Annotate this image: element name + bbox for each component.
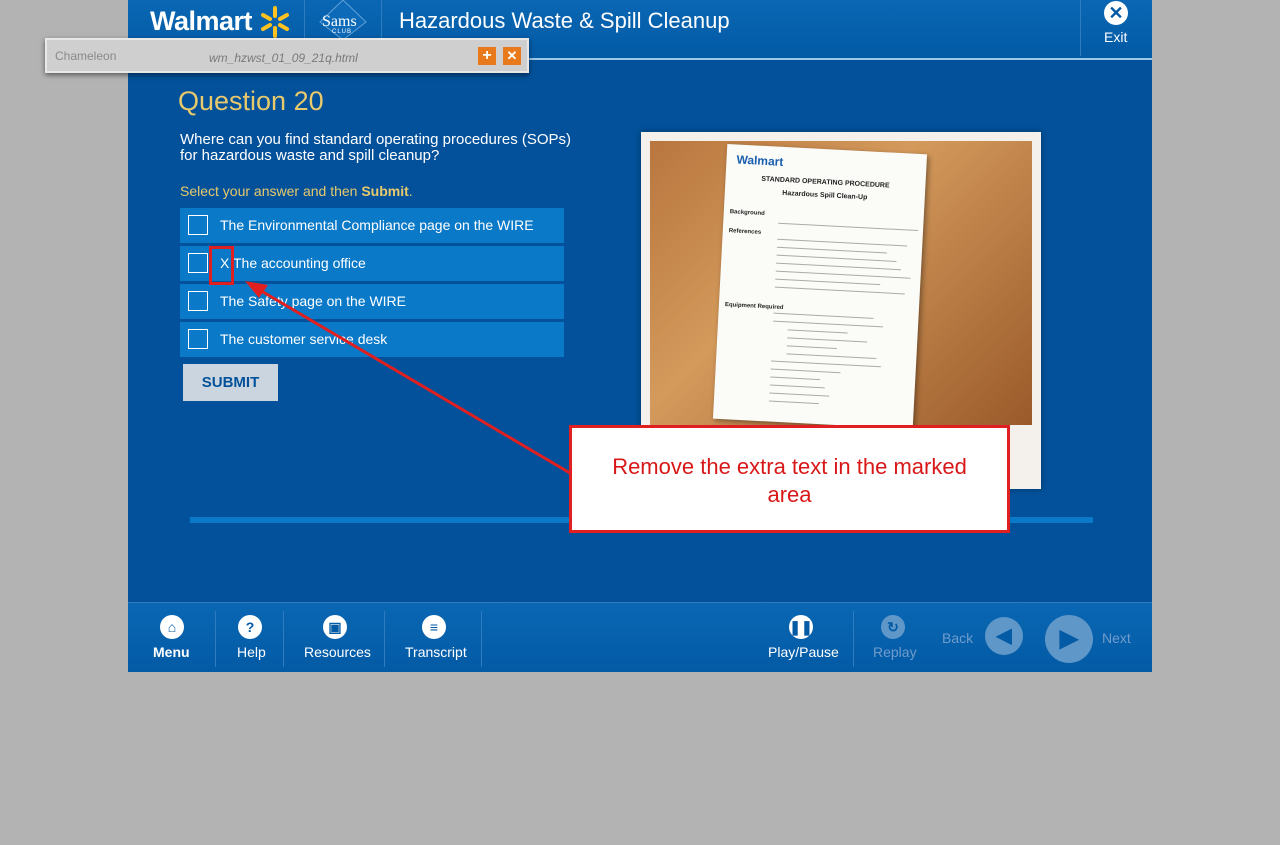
footer-bar: ⌂ Menu ? Help ▣ Resources ≡ Transcript ❚… [128,602,1152,672]
answer-label: The Environmental Compliance page on the… [220,217,534,233]
exit-label: Exit [1104,29,1128,45]
answer-option[interactable]: The Environmental Compliance page on the… [180,208,564,243]
chameleon-filename: wm_hzwst_01_09_21q.html [209,51,358,65]
submit-button[interactable]: SUBMIT [183,364,278,401]
doc-text-line [776,254,897,262]
walmart-logo: Walmart [150,6,253,36]
answer-option[interactable]: X The accounting office [180,246,564,281]
annotation-callout: Remove the extra text in the marked area [569,425,1010,533]
doc-text-line [774,286,905,295]
replay-label: Replay [873,644,917,660]
footer-divider [481,611,482,667]
annotation-marker [209,246,234,285]
header-divider [1080,0,1081,56]
answer-option[interactable]: The Safety page on the WIRE [180,284,564,319]
instruction-prefix: Select your answer and then [180,183,362,199]
doc-text-line [773,320,884,328]
play-pause-button[interactable]: ❚❚ Play/Pause [766,603,839,672]
resources-button[interactable]: ▣ Resources [303,603,371,672]
doc-text-line [787,337,868,343]
menu-button[interactable]: ⌂ Menu [148,603,198,672]
doc-text-line [770,368,841,374]
course-player: Walmart Sams CLUB Hazardous Waste & Spil… [128,0,1152,672]
doc-text-line [769,384,825,389]
chameleon-plus-icon[interactable]: + [478,47,496,65]
footer-divider [215,611,216,667]
doc-text-line [786,353,877,360]
help-button[interactable]: ? Help [233,603,273,672]
chameleon-logo: Chameleon [55,49,117,63]
doc-text-line [775,270,911,279]
footer-divider [384,611,385,667]
footer-divider [853,611,854,667]
sop-document: Walmart STANDARD OPERATING PROCEDURE Haz… [712,143,928,425]
next-label: Next [1102,630,1131,646]
answer-label: The Safety page on the WIRE [220,293,406,309]
answer-checkbox[interactable] [188,253,208,273]
doc-text-line [776,246,887,254]
doc-text-line [770,376,821,381]
instruction-text: Select your answer and then Submit. [180,183,413,199]
doc-text-line [775,278,881,286]
doc-text-line [787,329,848,334]
answer-checkbox[interactable] [188,329,208,349]
annotation-text: Remove the extra text in the marked area [612,454,967,507]
answer-checkbox[interactable] [188,215,208,235]
transcript-label: Transcript [405,644,467,660]
pause-icon: ❚❚ [789,615,813,639]
close-icon: ✕ [1104,1,1128,25]
doc-section-label: Background [729,209,765,218]
next-arrow-icon[interactable]: ▶ [1045,615,1093,663]
question-text: Where can you find standard operating pr… [180,131,572,164]
chameleon-toolbar: Chameleon wm_hzwst_01_09_21q.html + ✕ [45,38,529,73]
footer-divider [283,611,284,667]
chameleon-close-icon[interactable]: ✕ [503,47,521,65]
doc-text-line [769,392,830,397]
transcript-button[interactable]: ≡ Transcript [404,603,467,672]
help-label: Help [237,644,266,660]
doc-text-line [786,345,837,349]
walmart-spark-icon [261,6,289,38]
doc-text-line [776,262,902,271]
doc-section-label: Equipment Required [724,302,784,312]
back-label: Back [942,630,974,646]
sams-logo-sub: CLUB [332,29,353,35]
replay-button[interactable]: ↻ Replay [872,603,922,672]
replay-icon: ↻ [881,615,905,639]
menu-label: Menu [153,644,190,660]
transcript-icon: ≡ [422,615,446,639]
back-arrow-icon[interactable]: ◀ [985,617,1023,655]
home-icon: ⌂ [160,615,184,639]
doc-rule [778,222,919,232]
doc-section-label: References [728,228,762,236]
resources-icon: ▣ [323,615,347,639]
answer-label: The customer service desk [220,331,388,347]
question-title: Question 20 [178,86,324,116]
exit-button[interactable]: ✕ Exit [1100,0,1152,50]
doc-text-line [777,238,908,247]
doc-text-line [773,312,874,319]
doc-text-line [771,360,881,368]
doc-brand: Walmart [736,152,784,169]
resources-label: Resources [304,644,371,660]
photo-background: Walmart STANDARD OPERATING PROCEDURE Haz… [650,141,1032,425]
answer-label: X The accounting office [220,255,366,271]
course-title: Hazardous Waste & Spill Cleanup [399,8,730,33]
answer-option[interactable]: The customer service desk [180,322,564,357]
doc-text-line [768,400,819,405]
answer-checkbox[interactable] [188,291,208,311]
instruction-bold: Submit [361,183,409,199]
instruction-suffix: . [408,183,413,199]
play-pause-label: Play/Pause [768,644,839,660]
help-icon: ? [238,615,262,639]
